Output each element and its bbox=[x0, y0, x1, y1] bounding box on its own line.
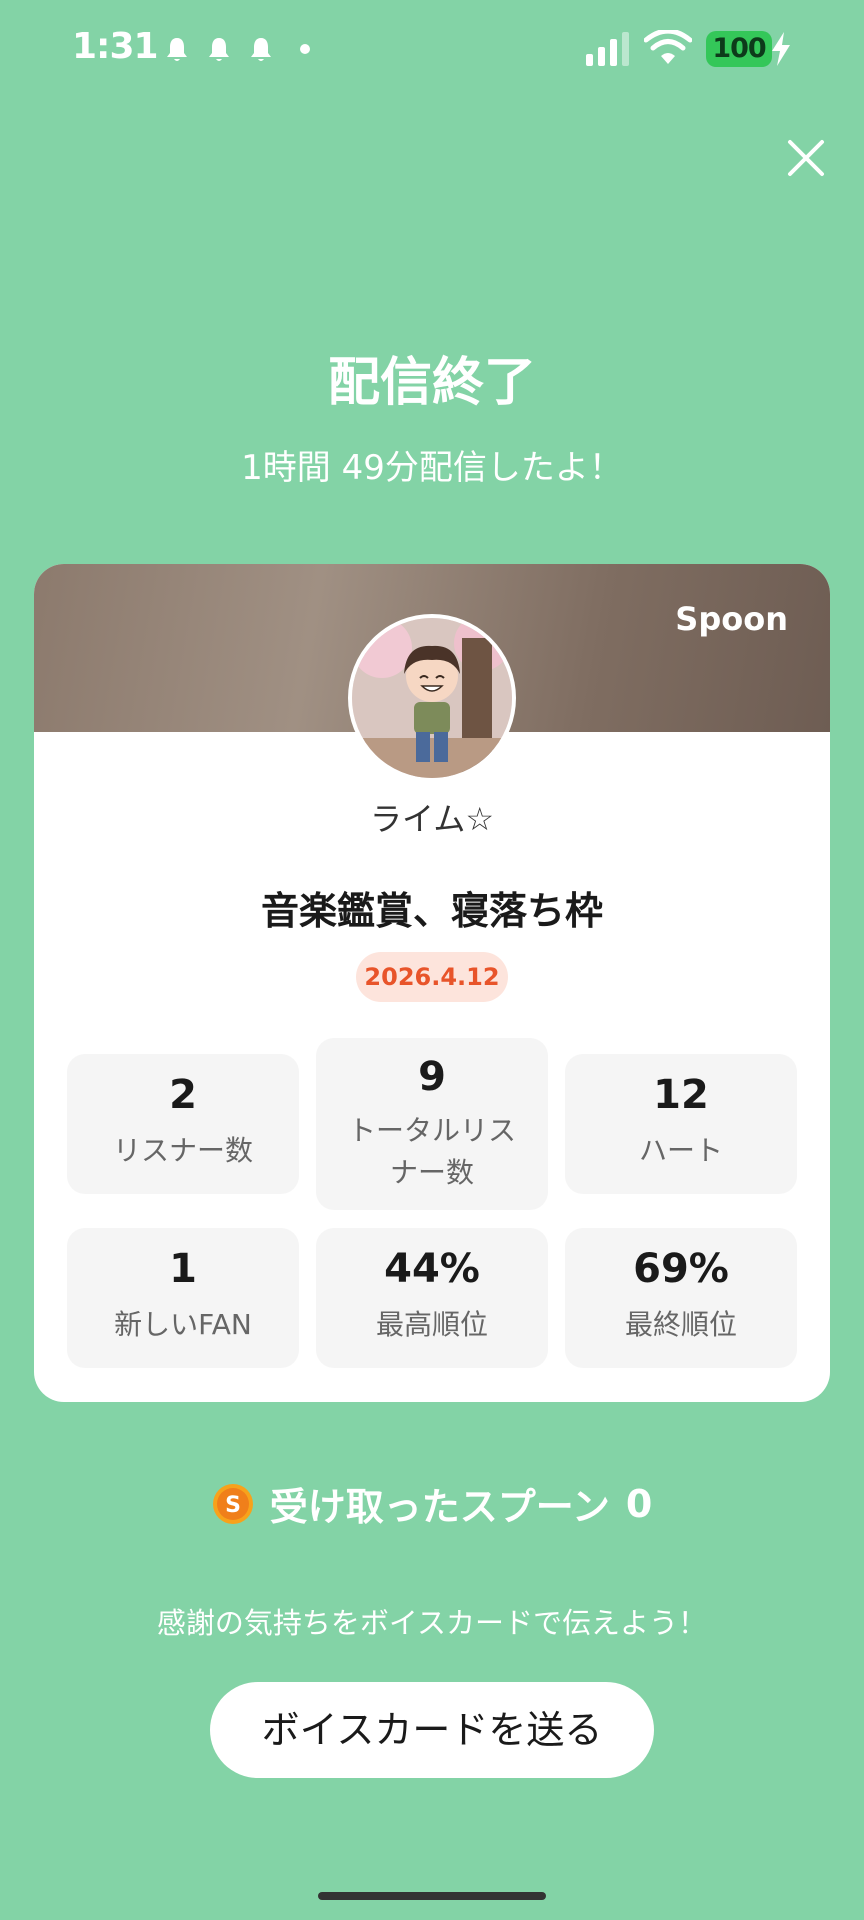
home-indicator[interactable] bbox=[318, 1892, 546, 1900]
broadcast-duration: 1時間 49分配信したよ！ bbox=[241, 448, 623, 488]
stat-label: 新しいFAN bbox=[114, 1308, 252, 1341]
send-voice-card-button[interactable]: ボイスカードを送る bbox=[210, 1682, 654, 1778]
stat-value: 12 bbox=[653, 1072, 709, 1118]
stat-new-fans: 1 新しいFAN bbox=[67, 1228, 299, 1368]
dot-icon bbox=[300, 44, 310, 54]
stat-total-listeners: 9 トータルリスナー数 bbox=[316, 1038, 548, 1210]
broadcast-summary-card: Spoon ライム☆ 音楽鑑賞、寝落ち枠 2026.4.12 2 リスナー数 9… bbox=[34, 564, 830, 1402]
spoon-coin-icon: S bbox=[212, 1483, 253, 1524]
stat-label: トータルリスナー数 bbox=[347, 1114, 516, 1189]
notification-bell-icon bbox=[209, 38, 229, 61]
stat-highest-rank: 44% 最高順位 bbox=[316, 1228, 548, 1368]
spoons-count: 0 bbox=[625, 1481, 653, 1526]
signal-icon bbox=[586, 32, 629, 66]
spoons-received: S 受け取ったスプーン 0 bbox=[0, 1476, 864, 1531]
svg-text:S: S bbox=[225, 1493, 241, 1518]
status-bar: 1:31 100 bbox=[0, 0, 864, 100]
close-icon[interactable] bbox=[784, 136, 828, 180]
stat-value: 44% bbox=[384, 1246, 480, 1292]
date-badge: 2026.4.12 bbox=[356, 952, 508, 1002]
battery-indicator: 100 bbox=[706, 31, 772, 67]
avatar[interactable] bbox=[348, 614, 516, 782]
brand-logo: Spoon bbox=[675, 600, 788, 638]
notification-bell-icon bbox=[167, 38, 187, 61]
live-title: 音楽鑑賞、寝落ち枠 bbox=[260, 889, 603, 933]
username: ライム☆ bbox=[369, 800, 495, 838]
notification-icons bbox=[166, 36, 310, 62]
stat-label: 最高順位 bbox=[375, 1308, 488, 1341]
stat-final-rank: 69% 最終順位 bbox=[565, 1228, 797, 1368]
spoons-label: 受け取ったスプーン bbox=[269, 1485, 610, 1529]
stat-listeners: 2 リスナー数 bbox=[67, 1054, 299, 1194]
stat-label: リスナー数 bbox=[112, 1134, 253, 1167]
stat-value: 2 bbox=[169, 1072, 197, 1118]
stat-label: 最終順位 bbox=[624, 1308, 737, 1341]
stat-value: 69% bbox=[633, 1246, 729, 1292]
stat-label: ハート bbox=[638, 1134, 723, 1167]
status-time: 1:31 bbox=[72, 26, 159, 67]
page-title: 配信終了 bbox=[327, 353, 536, 413]
stat-value: 9 bbox=[418, 1054, 446, 1100]
notification-bell-icon bbox=[251, 38, 271, 61]
thanks-message: 感謝の気持ちをボイスカードで伝えよう！ bbox=[156, 1606, 708, 1640]
wifi-icon bbox=[644, 30, 692, 64]
avatar-image bbox=[352, 618, 512, 778]
stat-hearts: 12 ハート bbox=[565, 1054, 797, 1194]
stat-value: 1 bbox=[169, 1246, 197, 1292]
charging-bolt-icon bbox=[772, 32, 790, 66]
